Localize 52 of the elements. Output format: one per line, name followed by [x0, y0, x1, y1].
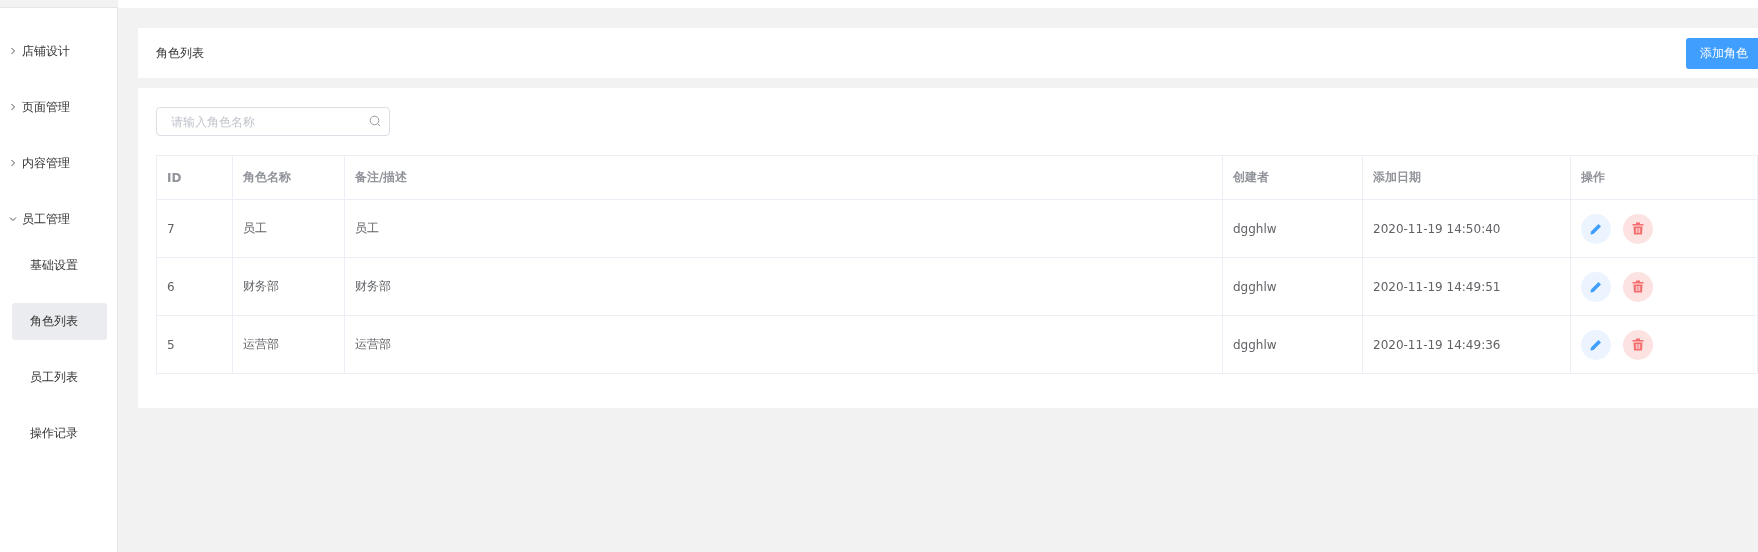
table-cell: 2020-11-19 14:49:51: [1363, 258, 1571, 316]
table-cell: 7: [157, 200, 233, 258]
sidebar-group[interactable]: 员工管理: [0, 191, 117, 247]
trash-icon: [1632, 338, 1644, 351]
delete-button[interactable]: [1623, 213, 1653, 244]
column-header: 操作: [1571, 156, 1758, 200]
pencil-icon: [1589, 221, 1603, 236]
sidebar-item[interactable]: 员工列表: [12, 359, 107, 396]
column-header: 添加日期: [1363, 156, 1571, 200]
edit-button[interactable]: [1581, 213, 1611, 244]
page-title: 角色列表: [156, 44, 204, 62]
table-cell: 财务部: [345, 258, 1223, 316]
column-header: 备注/描述: [345, 156, 1223, 200]
table-cell: 运营部: [233, 316, 345, 374]
group-label: 店铺设计: [22, 42, 70, 60]
column-header: ID: [157, 156, 233, 200]
group-label: 员工管理: [22, 210, 70, 228]
group-label: 页面管理: [22, 98, 70, 116]
table-cell: dgghlw: [1223, 316, 1363, 374]
sidebar-item[interactable]: 基础设置: [12, 247, 107, 284]
sidebar-group[interactable]: 页面管理: [0, 79, 117, 135]
table-cell: 员工: [233, 200, 345, 258]
table-cell: 运营部: [345, 316, 1223, 374]
sidebar-item[interactable]: 角色列表: [12, 303, 107, 340]
chevron-down-icon: [8, 214, 18, 224]
pencil-icon: [1589, 279, 1603, 294]
table-cell: 6: [157, 258, 233, 316]
edit-button[interactable]: [1581, 271, 1611, 302]
column-header: 角色名称: [233, 156, 345, 200]
table-cell: dgghlw: [1223, 258, 1363, 316]
column-header: 创建者: [1223, 156, 1363, 200]
sidebar-group[interactable]: 店铺设计: [0, 23, 117, 79]
search-icon: [369, 115, 381, 127]
chevron-right-icon: [8, 158, 18, 168]
sidebar-group[interactable]: 内容管理: [0, 135, 117, 191]
table-cell: 财务部: [233, 258, 345, 316]
trash-icon: [1632, 280, 1644, 293]
trash-icon: [1632, 222, 1644, 235]
sidebar-item[interactable]: 操作记录: [12, 415, 107, 452]
table-cell: 员工: [345, 200, 1223, 258]
table-cell: 2020-11-19 14:49:36: [1363, 316, 1571, 374]
group-label: 内容管理: [22, 154, 70, 172]
edit-button[interactable]: [1581, 329, 1611, 360]
pencil-icon: [1589, 337, 1603, 352]
delete-button[interactable]: [1623, 271, 1653, 302]
table-cell: 2020-11-19 14:50:40: [1363, 200, 1571, 258]
chevron-right-icon: [8, 46, 18, 56]
search-field[interactable]: 请输入角色名称: [156, 107, 390, 136]
chevron-right-icon: [8, 102, 18, 112]
table-cell: 5: [157, 316, 233, 374]
delete-button[interactable]: [1623, 329, 1653, 360]
table-cell: dgghlw: [1223, 200, 1363, 258]
